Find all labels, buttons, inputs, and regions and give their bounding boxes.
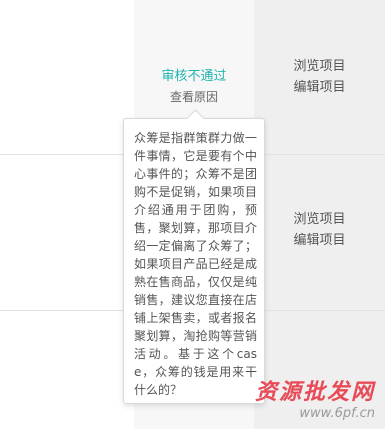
status-rejected-label: 审核不通过 bbox=[161, 69, 227, 84]
row-actions: 浏览项目 编辑项目 bbox=[254, 56, 385, 98]
rejection-reason-text: 众筹是指群策群力做一件事情，它是要有个中心事件的；众筹不是团购不是促销，如果项目… bbox=[134, 131, 257, 397]
site-watermark: 资源批发网 www.6pf.cn bbox=[255, 374, 375, 421]
edit-project-link[interactable]: 编辑项目 bbox=[254, 77, 385, 98]
edit-project-link[interactable]: 编辑项目 bbox=[254, 230, 385, 251]
browse-project-link[interactable]: 浏览项目 bbox=[254, 56, 385, 77]
browse-project-link[interactable]: 浏览项目 bbox=[254, 209, 385, 230]
view-reason-link[interactable]: 查看原因 bbox=[134, 87, 254, 107]
watermark-logo-text: 资源批发网 bbox=[254, 379, 375, 405]
project-status: 审核不通过 查看原因 bbox=[134, 67, 254, 107]
row-content-column bbox=[0, 0, 134, 429]
rejection-reason-tooltip: 众筹是指群策群力做一件事情，它是要有个中心事件的；众筹不是团购不是促销，如果项目… bbox=[123, 109, 265, 404]
watermark-url: www.6pf.cn bbox=[299, 406, 375, 421]
row-actions: 浏览项目 编辑项目 bbox=[254, 209, 385, 251]
